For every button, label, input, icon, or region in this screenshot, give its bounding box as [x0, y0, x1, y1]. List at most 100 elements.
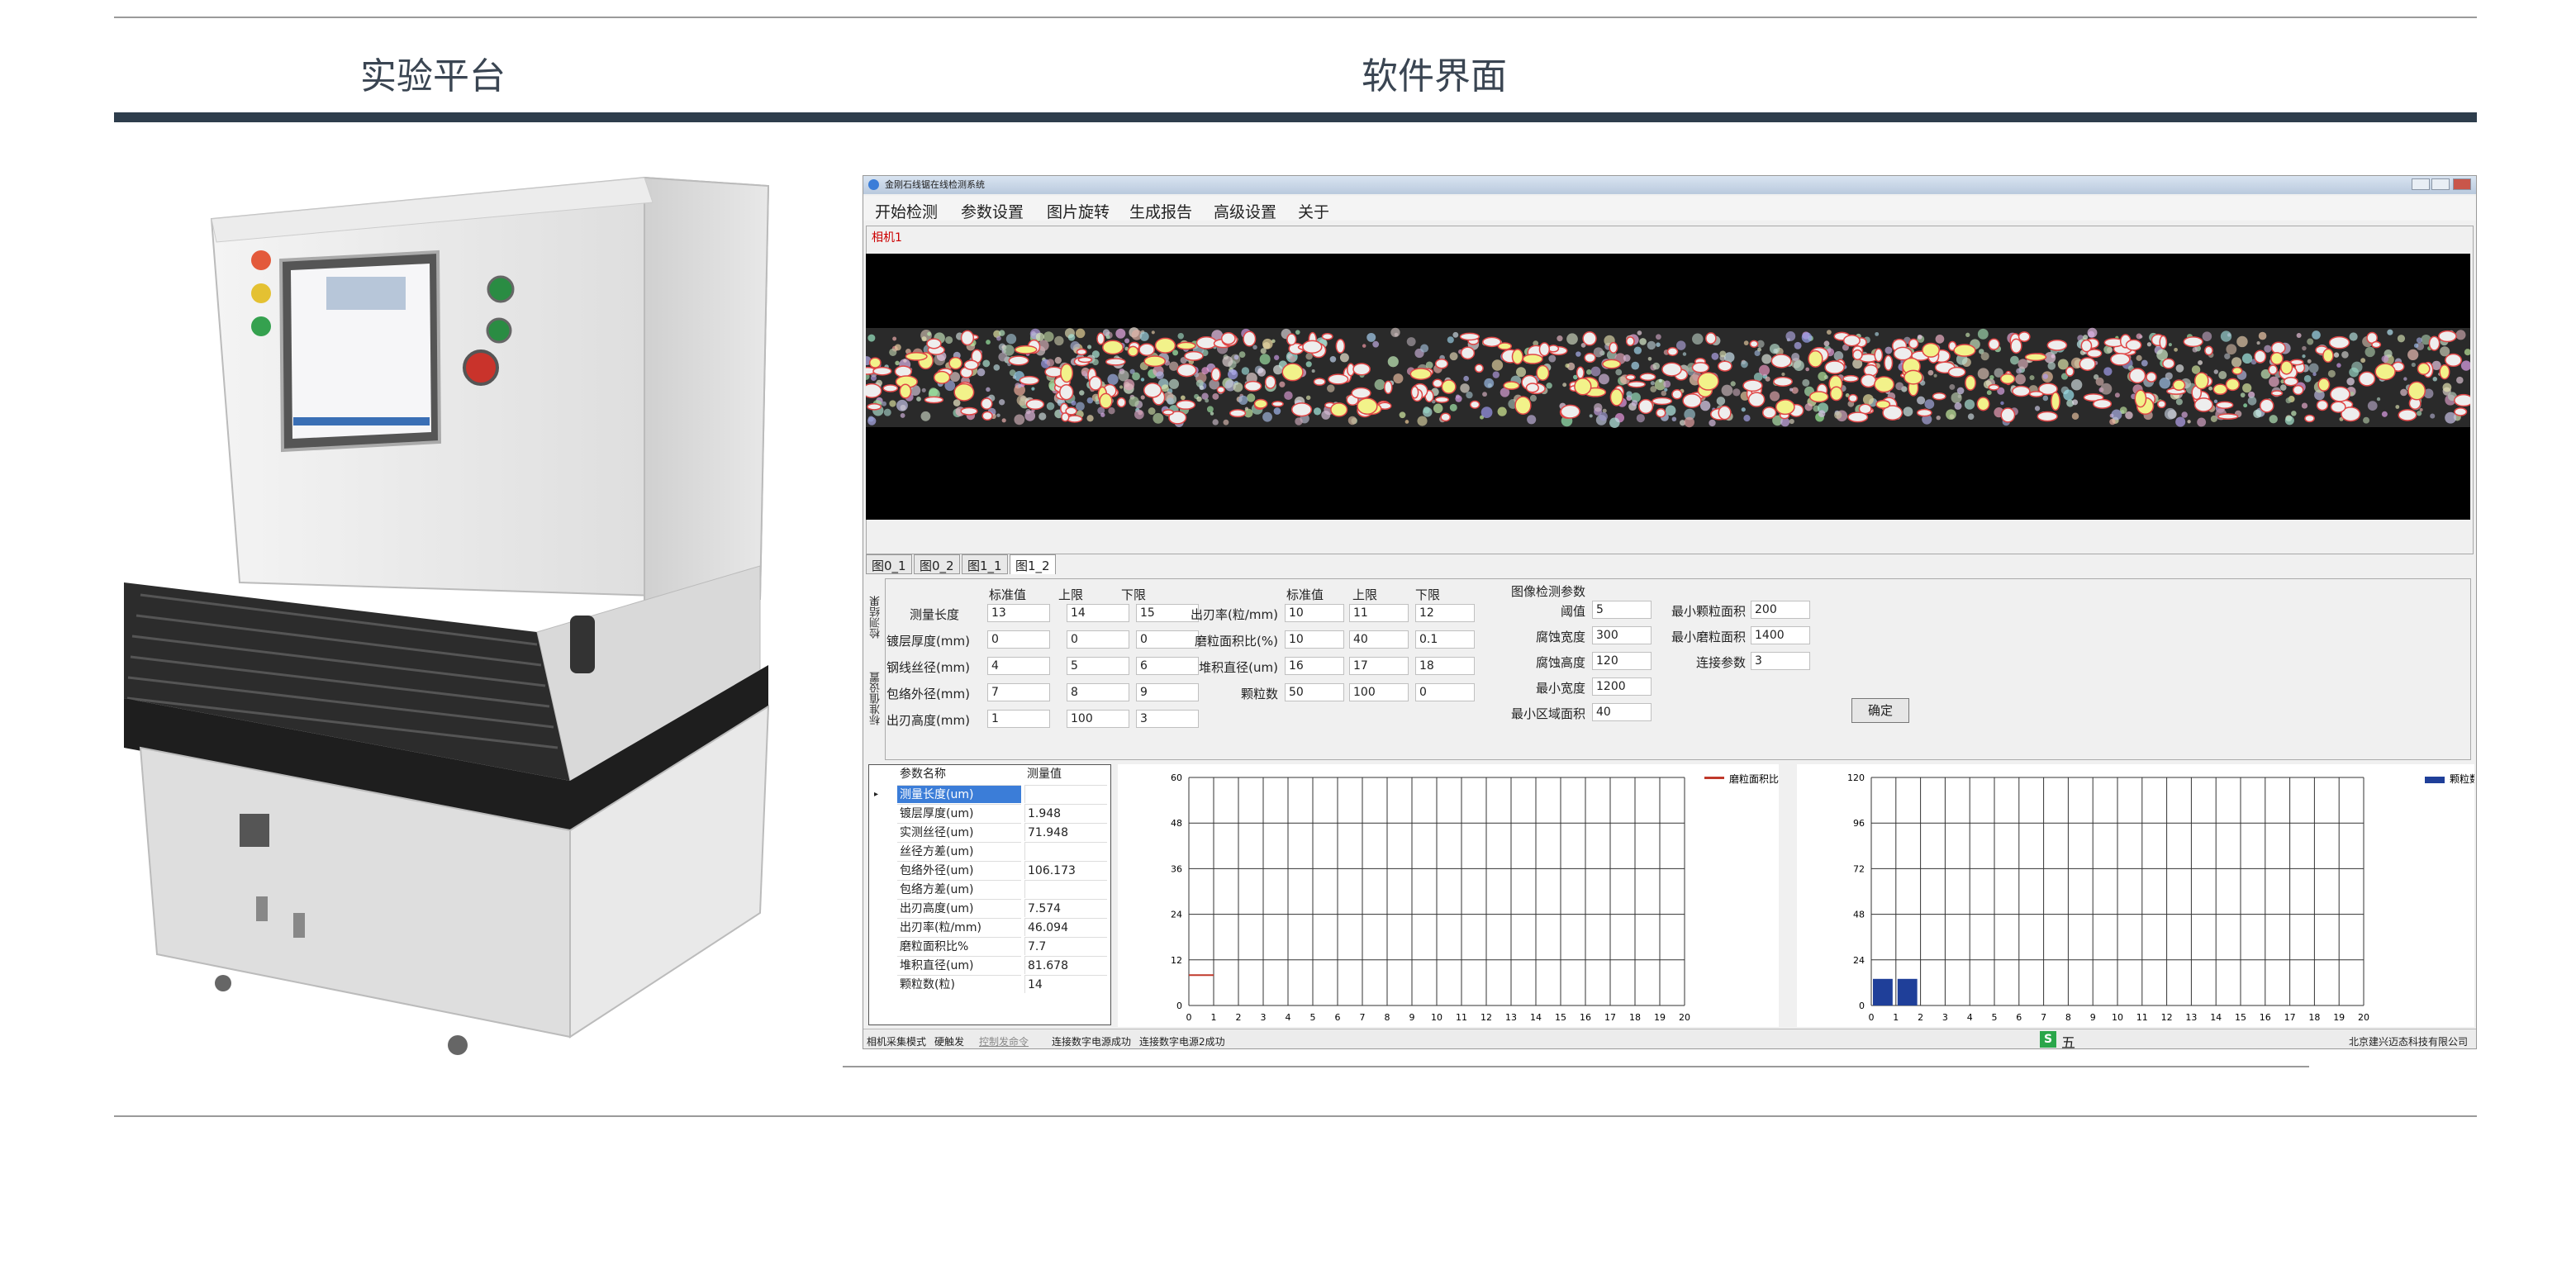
image-param-input[interactable]: 3	[1751, 652, 1810, 670]
wire-texture	[2302, 354, 2306, 359]
grain-cluster	[953, 383, 975, 402]
wire-texture	[1260, 348, 1267, 354]
menu-advanced[interactable]: 高级设置	[1214, 200, 1276, 222]
grain-param-input[interactable]: 11	[1349, 604, 1409, 622]
grain-param-input[interactable]: 0	[1415, 683, 1475, 701]
results-row-value[interactable]	[1024, 880, 1107, 898]
close-button[interactable]	[2453, 178, 2471, 190]
results-row-name[interactable]: 丝径方差(um)	[897, 842, 1021, 860]
results-row-name[interactable]: 出刃高度(um)	[897, 899, 1021, 917]
std-param-input[interactable]: 100	[1067, 710, 1129, 728]
results-row-name[interactable]: 包络方差(um)	[897, 880, 1021, 898]
results-row-name[interactable]: 实测丝径(um)	[897, 823, 1021, 841]
wire-texture	[1168, 378, 1180, 389]
image-param-input[interactable]: 5	[1592, 601, 1652, 619]
menu-param-settings[interactable]: 参数设置	[961, 200, 1024, 222]
wire-texture	[2114, 392, 2120, 398]
tab-img-0-1[interactable]: 图0_1	[866, 554, 912, 574]
grain-param-input[interactable]: 10	[1285, 630, 1344, 649]
status-ctrl[interactable]: 控制发命令	[979, 1034, 1029, 1048]
abrasive-grain	[1538, 342, 1551, 357]
grain-param-input[interactable]: 18	[1415, 657, 1475, 675]
maximize-button[interactable]	[2431, 178, 2450, 190]
wire-texture	[1709, 419, 1716, 427]
results-row-name[interactable]: 测量长度(um)	[897, 785, 1021, 803]
abrasive-grain	[1625, 336, 1635, 347]
std-param-input[interactable]: 7	[987, 683, 1050, 701]
menu-report[interactable]: 生成报告	[1129, 200, 1192, 222]
image-param-input[interactable]: 300	[1592, 626, 1652, 644]
abrasive-grain	[2289, 359, 2304, 366]
wire-texture	[1087, 345, 1092, 349]
results-row-value[interactable]: 106.173	[1024, 861, 1107, 879]
results-row-value[interactable]: 71.948	[1024, 823, 1107, 841]
std-param-input[interactable]: 9	[1136, 683, 1199, 701]
menu-start-detect[interactable]: 开始检测	[875, 200, 938, 222]
grain-param-input[interactable]: 0.1	[1415, 630, 1475, 649]
tab-img-1-1[interactable]: 图1_1	[962, 554, 1008, 574]
results-row-value[interactable]: 1.948	[1024, 804, 1107, 822]
image-param-input[interactable]: 1400	[1751, 626, 1810, 644]
abrasive-grain	[1474, 364, 1484, 373]
results-row-value[interactable]: 7.574	[1024, 899, 1107, 917]
std-param-input[interactable]: 4	[987, 657, 1050, 675]
results-row-name[interactable]: 镀层厚度(um)	[897, 804, 1021, 822]
wire-texture	[1156, 371, 1164, 380]
std-param-input[interactable]: 14	[1067, 604, 1129, 622]
grain-cluster	[1976, 397, 1990, 411]
abrasive-grain	[924, 396, 944, 404]
abrasive-grain	[1637, 398, 1654, 415]
results-row-name[interactable]: 磨粒面积比%	[897, 937, 1021, 955]
wire-texture	[1161, 384, 1169, 392]
x-tick-label: 3	[1942, 1012, 1948, 1023]
image-param-input[interactable]: 1200	[1592, 677, 1652, 696]
grain-param-input[interactable]: 12	[1415, 604, 1475, 622]
results-row-name[interactable]: 包络外径(um)	[897, 861, 1021, 879]
std-param-input[interactable]: 0	[1067, 630, 1129, 649]
image-param-input[interactable]: 40	[1592, 703, 1652, 721]
std-param-input[interactable]: 3	[1136, 710, 1199, 728]
results-row-value[interactable]	[1024, 842, 1107, 860]
tab-img-1-2[interactable]: 图1_2	[1010, 554, 1056, 574]
results-row-name[interactable]: 出刃率(粒/mm)	[897, 918, 1021, 936]
results-row-name[interactable]: 堆积直径(um)	[897, 956, 1021, 974]
results-row-name[interactable]: 颗粒数(粒)	[897, 975, 1021, 993]
grain-param-input[interactable]: 100	[1349, 683, 1409, 701]
std-param-input[interactable]: 0	[987, 630, 1050, 649]
results-row-value[interactable]	[1024, 785, 1107, 803]
menu-image-rotate[interactable]: 图片旋转	[1047, 200, 1110, 222]
std-param-input[interactable]: 1	[987, 710, 1050, 728]
std-param-input[interactable]: 8	[1067, 683, 1129, 701]
image-param-input[interactable]: 120	[1592, 652, 1652, 670]
grain-param-input[interactable]: 16	[1285, 657, 1344, 675]
std-param-input[interactable]: 5	[1067, 657, 1129, 675]
std-param-input[interactable]: 15	[1136, 604, 1199, 622]
wire-texture	[1804, 402, 1813, 411]
std-param-input[interactable]: 13	[987, 604, 1050, 622]
confirm-button[interactable]: 确定	[1851, 698, 1909, 723]
grain-param-input[interactable]: 17	[1349, 657, 1409, 675]
image-param-label: 最小区域面积	[1510, 706, 1585, 721]
wire-texture	[2175, 416, 2186, 427]
results-row-value[interactable]: 81.678	[1024, 956, 1107, 974]
menu-about[interactable]: 关于	[1298, 200, 1329, 222]
tab-img-0-2[interactable]: 图0_2	[914, 554, 960, 574]
std-param-input[interactable]: 0	[1136, 630, 1199, 649]
x-tick-label: 17	[1604, 1012, 1616, 1023]
abrasive-grain	[1584, 352, 1596, 364]
grain-param-input[interactable]: 50	[1285, 683, 1344, 701]
tab-standard-settings[interactable]: 标准值设置	[868, 654, 883, 744]
abrasive-grain	[1988, 383, 2000, 391]
grain-param-input[interactable]: 40	[1349, 630, 1409, 649]
grain-param-input[interactable]: 10	[1285, 604, 1344, 622]
results-row-value[interactable]: 7.7	[1024, 937, 1107, 955]
image-param-input[interactable]: 200	[1751, 601, 1810, 619]
wire-texture	[1148, 407, 1156, 416]
tab-detect-result[interactable]: 检测结果	[868, 584, 883, 650]
results-row-value[interactable]: 46.094	[1024, 918, 1107, 936]
minimize-button[interactable]	[2412, 178, 2430, 190]
std-param-input[interactable]: 6	[1136, 657, 1199, 675]
abrasive-grain	[960, 406, 978, 416]
results-row-value[interactable]: 14	[1024, 975, 1107, 993]
image-params-title: 图像检测参数	[1511, 584, 1586, 599]
